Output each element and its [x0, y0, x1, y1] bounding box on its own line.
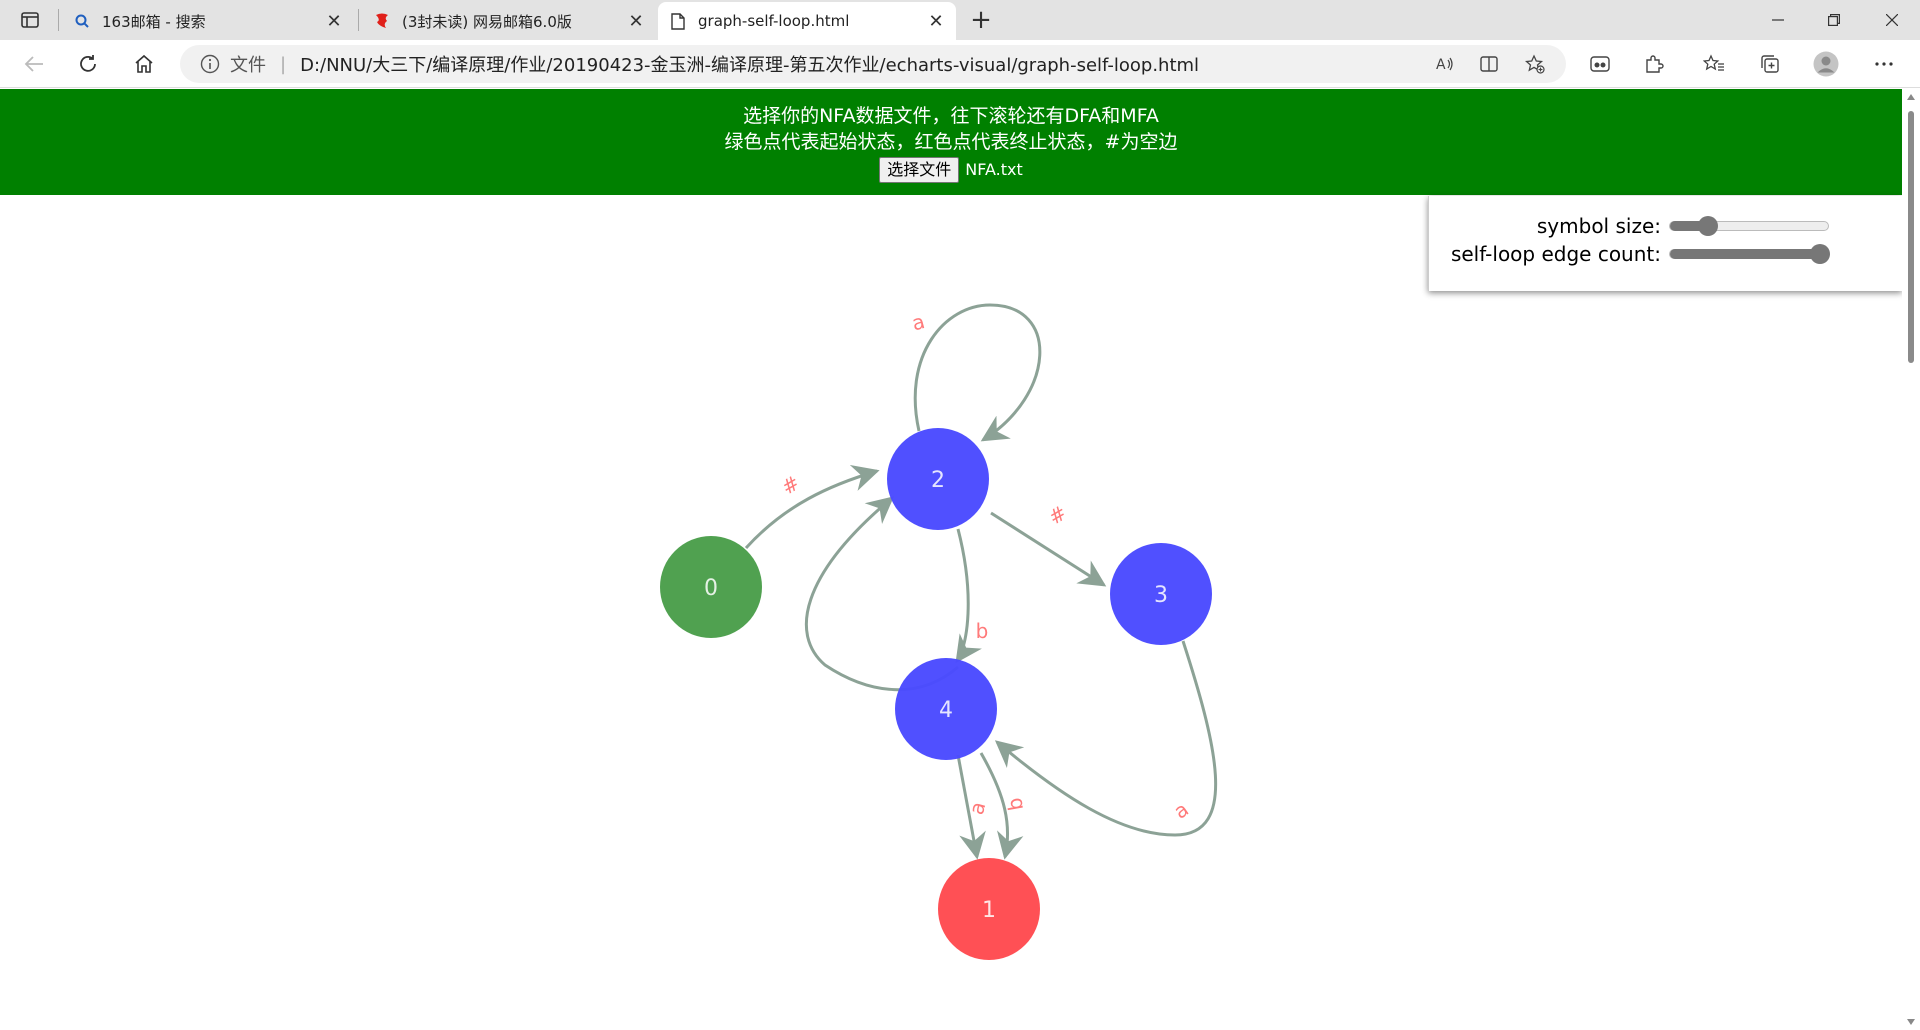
profile-avatar[interactable]	[1806, 48, 1846, 80]
symbol-size-slider[interactable]	[1669, 216, 1829, 236]
banner: 选择你的NFA数据文件，往下滚轮还有DFA和MFA 绿色点代表起始状态，红色点代…	[0, 89, 1902, 195]
tab-title: graph-self-loop.html	[698, 12, 850, 30]
restore-icon[interactable]	[1806, 0, 1862, 40]
tab-title: (3封未读) 网易邮箱6.0版	[402, 12, 572, 31]
extensions-tray-icon[interactable]	[1580, 48, 1620, 80]
close-icon[interactable]: ✕	[626, 11, 646, 32]
banner-legend: 绿色点代表起始状态，红色点代表终止状态，#为空边	[724, 131, 1178, 153]
new-tab-button[interactable]: +	[966, 5, 996, 35]
edge-2-to-3[interactable]	[990, 511, 1107, 587]
close-icon[interactable]: ✕	[926, 11, 946, 32]
selected-file-name: NFA.txt	[965, 160, 1023, 179]
symbol-size-label: symbol size:	[1536, 214, 1661, 238]
tab-strip: 163邮箱 - 搜索 ✕ (3封未读) 网易邮箱6.0版 ✕ graph-sel…	[0, 0, 1920, 40]
minimize-icon[interactable]	[1750, 0, 1806, 40]
info-icon[interactable]	[200, 54, 220, 74]
edge-label: #	[1044, 500, 1071, 529]
node-label: 0	[704, 576, 718, 601]
edge-label: b	[1002, 796, 1028, 813]
tab-search[interactable]: 163邮箱 - 搜索 ✕	[62, 2, 354, 40]
self-loop-slider[interactable]	[1669, 244, 1830, 264]
collections-icon[interactable]	[1750, 48, 1790, 80]
netease-mail-icon	[372, 11, 392, 31]
edge-0-to-2[interactable]	[744, 465, 880, 550]
page-content: 选择你的NFA数据文件，往下滚轮还有DFA和MFA 绿色点代表起始状态，红色点代…	[0, 89, 1902, 1030]
read-aloud-icon[interactable]: A	[1428, 48, 1462, 80]
scheme-label: 文件	[230, 55, 266, 76]
edge-label: b	[976, 619, 989, 643]
graph-node-0[interactable]: 0	[660, 536, 762, 638]
favorites-icon[interactable]	[1694, 48, 1734, 80]
more-menu-icon[interactable]	[1864, 48, 1904, 80]
svg-text:A: A	[1436, 57, 1446, 73]
controls-panel: symbol size: self-loop edge count:	[1428, 196, 1902, 291]
slider-thumb[interactable]	[1810, 244, 1830, 264]
self-loop-control: self-loop edge count:	[1429, 240, 1902, 268]
tab-netease-mail[interactable]: (3封未读) 网易邮箱6.0版 ✕	[362, 2, 656, 40]
refresh-button[interactable]	[70, 48, 106, 80]
graph-node-2[interactable]: 2	[887, 428, 989, 530]
home-button[interactable]	[126, 48, 162, 80]
close-icon[interactable]: ✕	[324, 11, 344, 32]
slider-fill	[1670, 249, 1820, 259]
edge-label: a	[909, 309, 927, 335]
address-bar[interactable]: 文件 | D:/NNU/大三下/编译原理/作业/20190423-金玉洲-编译原…	[180, 45, 1566, 83]
self-loop-label: self-loop edge count:	[1450, 242, 1661, 266]
close-window-icon[interactable]	[1864, 0, 1920, 40]
search-icon	[72, 11, 92, 31]
page-scrollbar[interactable]	[1902, 89, 1920, 1030]
tab-separator	[358, 9, 359, 31]
edge-2-to-2[interactable]	[913, 303, 1042, 442]
edge-label: #	[777, 470, 804, 499]
symbol-size-control: symbol size:	[1429, 212, 1902, 240]
graph-canvas[interactable]: a # # b a b a 02341	[0, 195, 1902, 1030]
url-text[interactable]: D:/NNU/大三下/编译原理/作业/20190423-金玉洲-编译原理-第五次…	[300, 51, 1199, 77]
tab-title: 163邮箱 - 搜索	[102, 12, 206, 31]
extensions-icon[interactable]	[1634, 48, 1674, 80]
graph-svg[interactable]: a##ba b a 02341	[0, 195, 1902, 1030]
node-label: 1	[982, 898, 996, 923]
graph-node-3[interactable]: 3	[1110, 543, 1212, 645]
tab-graph-self-loop[interactable]: graph-self-loop.html ✕	[658, 2, 956, 40]
address-divider: |	[280, 53, 287, 75]
file-picker: 选择文件 NFA.txt	[0, 157, 1902, 183]
scrollbar-thumb[interactable]	[1908, 111, 1914, 363]
slider-thumb[interactable]	[1698, 216, 1718, 236]
graph-node-1[interactable]: 1	[938, 858, 1040, 960]
tab-separator	[58, 9, 59, 31]
graph-node-4[interactable]: 4	[895, 658, 997, 760]
add-favorite-icon[interactable]	[1518, 48, 1552, 80]
split-screen-icon[interactable]	[1472, 48, 1506, 80]
edge-label: a	[1169, 797, 1193, 824]
scroll-down-arrow[interactable]	[1907, 1019, 1915, 1025]
node-label: 2	[931, 468, 945, 493]
scroll-up-arrow[interactable]	[1907, 94, 1915, 100]
edge-2-to-4[interactable]	[955, 528, 982, 664]
file-icon	[668, 11, 688, 31]
back-button[interactable]	[16, 48, 52, 80]
address-toolbar: 文件 | D:/NNU/大三下/编译原理/作业/20190423-金玉洲-编译原…	[0, 40, 1920, 111]
tab-actions-icon[interactable]	[10, 6, 50, 34]
node-label: 4	[939, 698, 953, 723]
node-label: 3	[1154, 583, 1168, 608]
choose-file-button[interactable]: 选择文件	[879, 157, 960, 183]
banner-instruction: 选择你的NFA数据文件，往下滚轮还有DFA和MFA	[743, 105, 1159, 127]
